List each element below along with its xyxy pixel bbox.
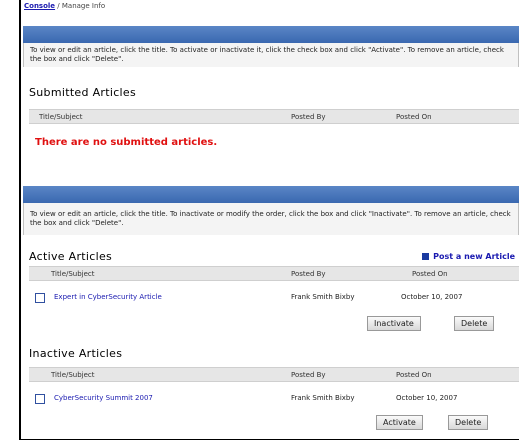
posted-by: Frank Smith Bixby (291, 394, 355, 402)
column-title-subject: Title/Subject (39, 113, 83, 121)
activate-button[interactable]: Activate (376, 415, 423, 430)
article-title-link[interactable]: Expert in CyberSecurity Article (54, 293, 162, 301)
inactive-table-header: Title/Subject Posted By Posted On (29, 367, 519, 382)
breadcrumb-home-link[interactable]: Console (24, 2, 55, 10)
no-submitted-articles-message: There are no submitted articles. (35, 137, 218, 148)
content-frame: Console / Manage Info To view or edit an… (19, 0, 519, 440)
breadcrumb-current: / Manage Info (57, 2, 106, 10)
posted-on: October 10, 2007 (401, 293, 463, 301)
column-posted-on: Posted On (396, 371, 432, 379)
row-checkbox[interactable] (35, 293, 45, 303)
inactive-section-title: Inactive Articles (29, 347, 123, 360)
submitted-instructions: To view or edit an article, click the ti… (23, 43, 519, 67)
column-title-subject: Title/Subject (51, 371, 95, 379)
delete-button[interactable]: Delete (448, 415, 489, 430)
submitted-panel-header-bar (23, 26, 519, 43)
column-posted-by: Posted By (291, 270, 326, 278)
row-checkbox[interactable] (35, 394, 45, 404)
active-section-title: Active Articles (29, 250, 113, 263)
submitted-section-title: Submitted Articles (29, 86, 136, 99)
post-new-article-label: Post a new Article (433, 252, 515, 261)
posted-by: Frank Smith Bixby (291, 293, 355, 301)
post-new-article-link[interactable]: Post a new Article (422, 252, 515, 261)
delete-button[interactable]: Delete (454, 316, 495, 331)
active-instructions: To view or edit an article, click the ti… (23, 203, 519, 235)
column-posted-on: Posted On (396, 113, 432, 121)
submitted-table-header: Title/Subject Posted By Posted On (29, 109, 519, 124)
column-title-subject: Title/Subject (51, 270, 95, 278)
table-row: CyberSecurity Summit 2007 Frank Smith Bi… (29, 391, 519, 409)
column-posted-by: Posted By (291, 113, 326, 121)
active-table-header: Title/Subject Posted By Posted On (29, 266, 519, 281)
column-posted-on: Posted On (412, 270, 448, 278)
post-article-icon (422, 253, 430, 260)
article-title-link[interactable]: CyberSecurity Summit 2007 (54, 394, 153, 402)
breadcrumb: Console / Manage Info (24, 2, 105, 10)
column-posted-by: Posted By (291, 371, 326, 379)
posted-on: October 10, 2007 (396, 394, 458, 402)
active-panel-header-bar (23, 186, 519, 203)
table-row: Expert in CyberSecurity Article Frank Sm… (29, 290, 519, 308)
inactivate-button[interactable]: Inactivate (367, 316, 421, 331)
